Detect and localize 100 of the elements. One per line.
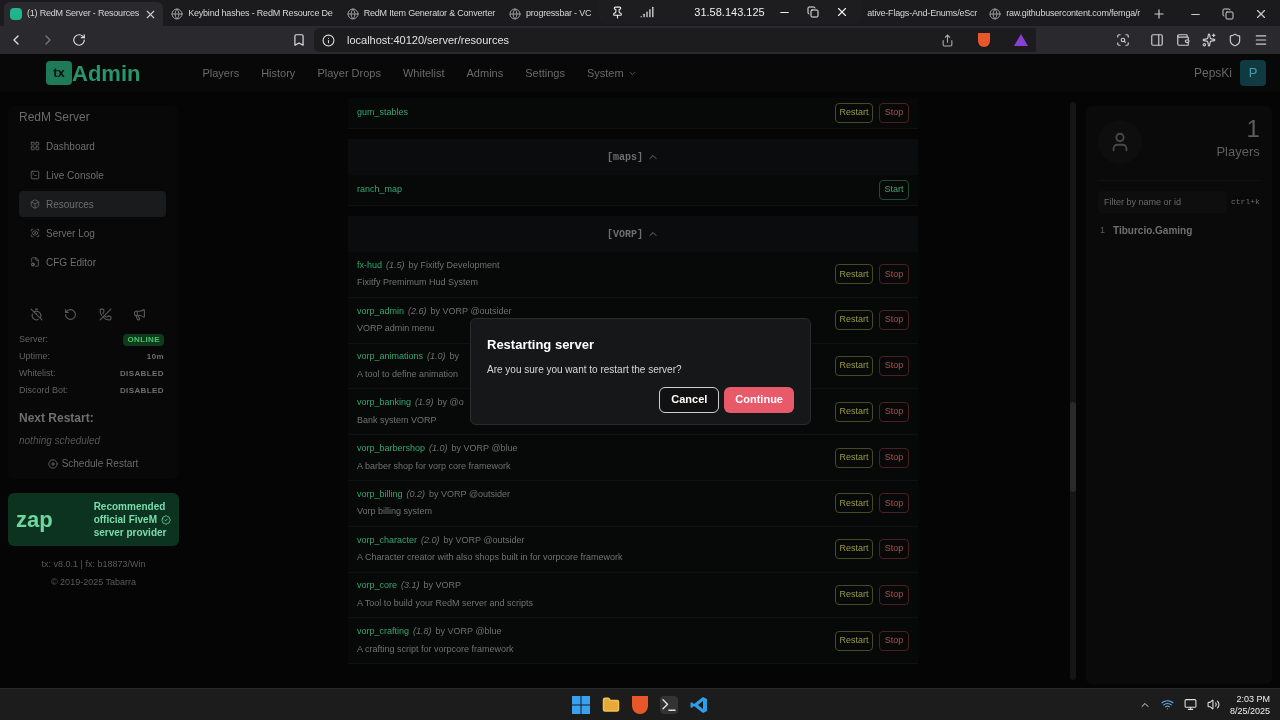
triangle-logo-icon[interactable] xyxy=(1014,34,1028,46)
resource-name[interactable]: vorp_barbershop xyxy=(357,442,426,456)
restart-icon[interactable] xyxy=(64,308,78,321)
group-header[interactable]: [maps] xyxy=(348,139,918,175)
restore-icon[interactable] xyxy=(1222,8,1234,20)
stop-button[interactable]: Stop xyxy=(879,539,909,560)
resource-name[interactable]: vorp_banking xyxy=(357,396,412,410)
resource-name[interactable]: vorp_crafting xyxy=(357,625,410,639)
nav-link[interactable]: History xyxy=(261,64,296,82)
restart-button[interactable]: Restart xyxy=(835,356,873,376)
nav-link[interactable]: Whitelist xyxy=(402,64,445,82)
resource-description: A tool to define animation xyxy=(357,368,460,381)
item-label: CFG Editor xyxy=(46,255,96,270)
shield-logo-icon[interactable] xyxy=(632,695,648,714)
tx-favicon-icon xyxy=(10,8,22,20)
code-editor-icon[interactable] xyxy=(690,695,708,714)
shield-logo-icon[interactable] xyxy=(978,33,990,47)
dialog-title: Restarting server xyxy=(487,336,595,354)
cancel-button[interactable]: Cancel xyxy=(659,386,720,413)
sidebar-icon[interactable] xyxy=(1150,33,1164,47)
player-row[interactable]: 1 Tiburcio.Gaming xyxy=(1098,223,1260,238)
stop-button[interactable]: Stop xyxy=(879,493,909,514)
restart-button[interactable]: Restart xyxy=(835,401,873,422)
resource-name[interactable]: vorp_billing xyxy=(357,487,403,502)
nav-link[interactable]: Players xyxy=(202,64,240,82)
windows-logo-icon[interactable] xyxy=(572,695,590,714)
folder-icon[interactable] xyxy=(602,695,620,714)
pin-icon[interactable] xyxy=(611,5,625,19)
nav-link[interactable]: System xyxy=(586,64,637,82)
resource-name[interactable]: ranch_map xyxy=(357,183,403,197)
browser-tab[interactable]: raw.githubusercontent.com/femga/r xyxy=(983,2,1147,26)
browser-tab[interactable]: ative-Flags-And-Enums/eScr xyxy=(863,2,982,26)
timer-off-icon[interactable] xyxy=(29,308,43,321)
ad-text: Recommended xyxy=(93,500,167,513)
stop-button[interactable]: Stop xyxy=(879,447,909,468)
scrollbar-thumb[interactable] xyxy=(1070,402,1076,492)
menu-icon[interactable] xyxy=(1254,33,1268,47)
schedule-restart-button[interactable]: Schedule Restart xyxy=(47,456,139,471)
shield-icon[interactable] xyxy=(1228,33,1242,47)
resource-name[interactable]: vorp_core xyxy=(357,579,398,593)
group-header[interactable]: [VORP] xyxy=(348,216,918,252)
reload-icon[interactable] xyxy=(72,33,86,47)
restart-button[interactable]: Restart xyxy=(835,584,873,605)
stop-button[interactable]: Stop xyxy=(879,584,909,605)
stop-button[interactable]: Stop xyxy=(879,401,909,422)
nav-link[interactable]: Admins xyxy=(466,64,504,82)
restart-button[interactable]: Restart xyxy=(835,103,873,123)
resource-name[interactable]: gum_stables xyxy=(357,106,409,120)
restart-button[interactable]: Restart xyxy=(835,493,873,514)
browser-tab[interactable]: (1) RedM Server - Resources xyxy=(4,2,164,26)
bookmark-icon[interactable] xyxy=(292,33,306,47)
resource-name[interactable]: vorp_animations xyxy=(357,350,424,364)
browser-tab[interactable]: Keybind hashes - RedM Resource De xyxy=(165,2,339,26)
browser-tab[interactable]: progressbar - VC xyxy=(503,2,598,26)
restore-icon[interactable] xyxy=(807,6,820,18)
close-icon[interactable] xyxy=(1254,7,1268,21)
globe-icon xyxy=(171,8,184,20)
address-field[interactable]: localhost:40120/server/resources xyxy=(314,28,1036,52)
player-id: 1 xyxy=(1100,223,1105,237)
new-tab-icon[interactable] xyxy=(1152,7,1167,21)
stop-button[interactable]: Stop xyxy=(879,264,909,285)
restart-button[interactable]: Restart xyxy=(835,630,873,651)
network-icon[interactable] xyxy=(1160,698,1174,711)
share-icon[interactable] xyxy=(941,33,954,47)
terminal-icon[interactable] xyxy=(660,695,678,714)
nav-link[interactable]: Player Drops xyxy=(317,64,381,82)
nav-link[interactable]: Settings xyxy=(525,64,565,82)
restart-button[interactable]: Restart xyxy=(835,539,873,560)
sidebar-item[interactable]: Dashboard xyxy=(19,133,166,159)
wallet-icon[interactable] xyxy=(1176,33,1190,47)
restart-button[interactable]: Restart xyxy=(835,447,873,468)
restart-button[interactable]: Restart xyxy=(835,264,873,285)
sidebar-item[interactable]: CFG Editor xyxy=(19,249,166,275)
screenshot-icon[interactable] xyxy=(1116,33,1130,47)
phone-off-icon[interactable] xyxy=(98,308,112,321)
volume-icon[interactable] xyxy=(1206,698,1220,711)
stop-button[interactable]: Stop xyxy=(879,103,909,123)
sidebar-item[interactable]: Server Log xyxy=(19,220,166,246)
stop-button[interactable]: Stop xyxy=(879,356,909,376)
stop-button[interactable]: Stop xyxy=(879,310,909,331)
resource-name[interactable]: vorp_character xyxy=(357,533,418,548)
clock[interactable]: 2:03 PM 8/25/2025 xyxy=(1229,692,1270,717)
user-avatar[interactable]: P xyxy=(1240,60,1266,86)
ad-logo: zap xyxy=(16,506,53,534)
stop-button[interactable]: Stop xyxy=(879,630,909,651)
restart-button[interactable]: Restart xyxy=(835,310,873,331)
sidebar-item[interactable]: Live Console xyxy=(19,162,166,188)
server-title: RedM Server xyxy=(19,109,91,126)
monitor-icon[interactable] xyxy=(1183,698,1197,711)
megaphone-icon[interactable] xyxy=(133,308,147,321)
resource-author: by xyxy=(449,350,460,364)
filter-field[interactable]: Filter by name or id xyxy=(1098,191,1227,213)
browser-tab[interactable]: RedM Item Generator & Converter xyxy=(340,2,501,26)
ad-card[interactable]: zap Recommended official FiveM server provider xyxy=(8,493,179,546)
sparkle-icon[interactable] xyxy=(1202,33,1216,47)
resource-name[interactable]: fx-hud xyxy=(357,258,382,273)
start-button[interactable]: Start xyxy=(879,180,909,200)
resource-author: by VORP @blue xyxy=(451,442,518,456)
globe-icon xyxy=(509,8,521,20)
resource-name[interactable]: vorp_admin xyxy=(357,304,405,319)
